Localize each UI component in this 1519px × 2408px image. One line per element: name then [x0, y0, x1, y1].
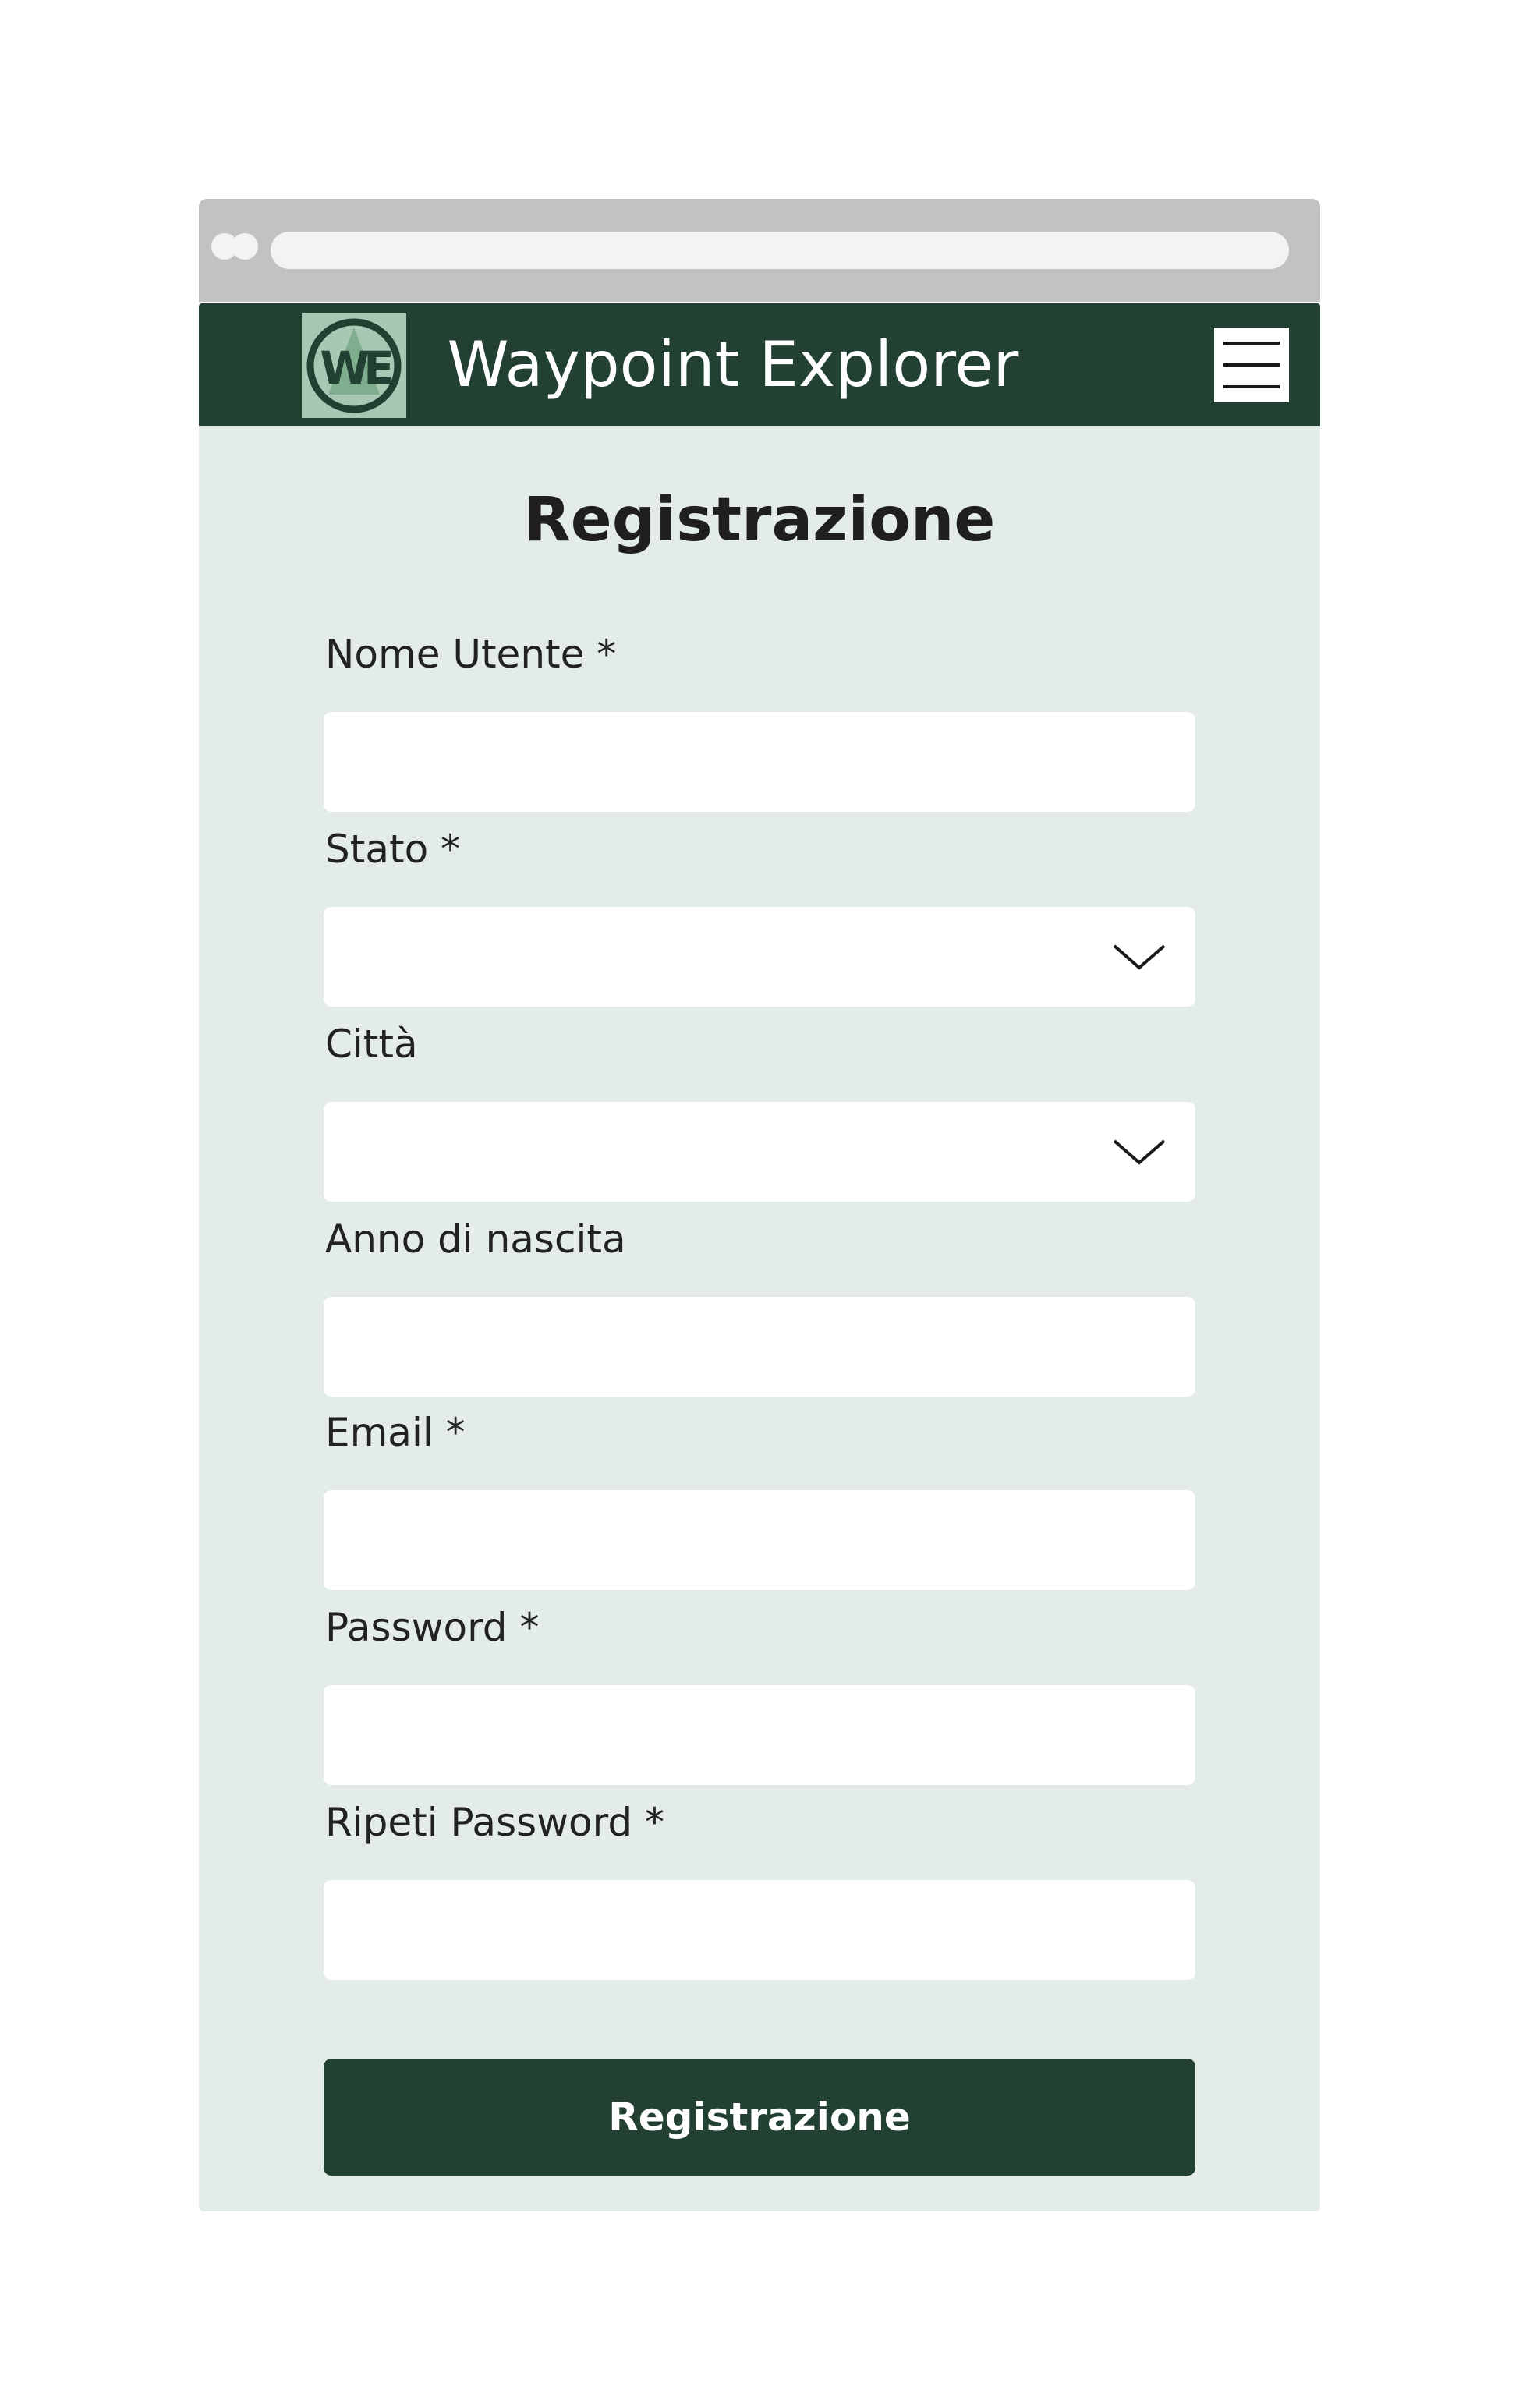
- app-header: WE Waypoint Explorer: [199, 303, 1320, 426]
- username-input[interactable]: [324, 712, 1195, 812]
- email-label: Email *: [325, 1410, 466, 1455]
- birth-year-label: Anno di nascita: [325, 1216, 626, 1262]
- page-title: Registrazione: [523, 485, 996, 555]
- window-control-dot[interactable]: [232, 233, 258, 260]
- logo-icon: WE: [302, 313, 406, 418]
- logo-text: WE: [320, 342, 391, 395]
- city-label: Città: [325, 1022, 418, 1067]
- menu-line: [1223, 342, 1280, 345]
- username-label: Nome Utente *: [325, 632, 617, 677]
- city-select[interactable]: [324, 1102, 1195, 1202]
- waypoint-explorer-logo[interactable]: WE: [302, 313, 406, 418]
- address-bar[interactable]: [271, 232, 1289, 269]
- country-select[interactable]: [324, 907, 1195, 1007]
- email-input[interactable]: [324, 1490, 1195, 1590]
- password-input[interactable]: [324, 1685, 1195, 1785]
- menu-line: [1223, 363, 1280, 367]
- app-title: Waypoint Explorer: [447, 328, 1019, 401]
- repeat-password-label: Ripeti Password *: [325, 1800, 664, 1845]
- menu-line: [1223, 385, 1280, 388]
- repeat-password-input[interactable]: [324, 1880, 1195, 1980]
- hamburger-menu-button[interactable]: [1214, 328, 1289, 402]
- chevron-down-icon: [1113, 1139, 1166, 1165]
- register-button[interactable]: Registrazione: [324, 2059, 1195, 2176]
- chevron-down-icon: [1113, 944, 1166, 970]
- password-label: Password *: [325, 1605, 540, 1650]
- registration-panel: Registrazione Nome Utente * Stato * Citt…: [199, 426, 1320, 2211]
- birth-year-input[interactable]: [324, 1297, 1195, 1397]
- country-label: Stato *: [325, 827, 461, 872]
- browser-chrome-bar: [199, 199, 1320, 302]
